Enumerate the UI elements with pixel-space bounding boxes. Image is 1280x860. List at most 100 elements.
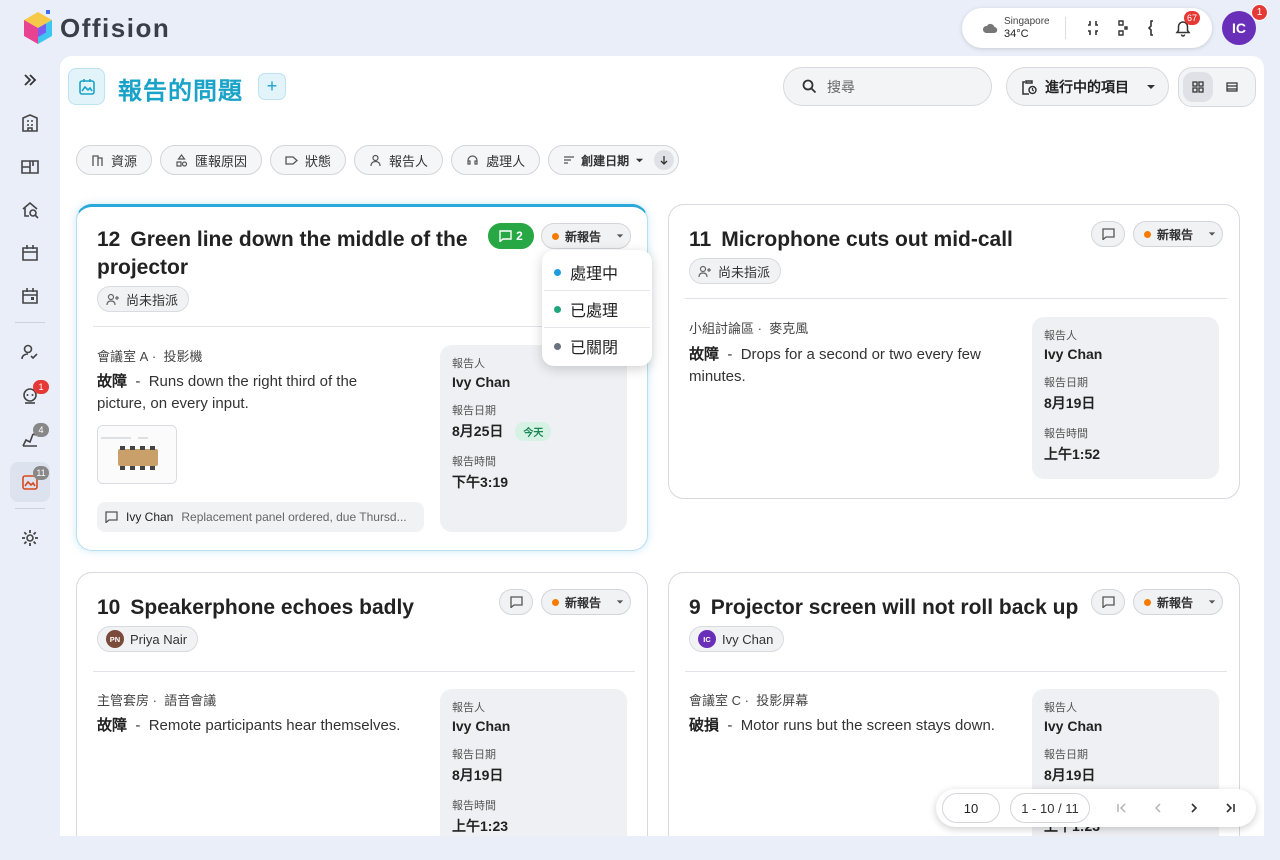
report-time-label: 報告時間: [452, 800, 496, 812]
sidebar-divider: [15, 508, 45, 510]
filter-resource[interactable]: 資源: [76, 145, 153, 175]
comment-icon: [1101, 596, 1115, 608]
page-size-select[interactable]: 10: [942, 793, 1000, 823]
filter-reporter[interactable]: 報告人: [354, 145, 444, 175]
status-dropdown[interactable]: 新報告: [541, 589, 631, 615]
logo-mark-icon: [24, 10, 52, 44]
assignee-chip[interactable]: PN Priya Nair: [97, 626, 199, 652]
sidebar-item-visitors[interactable]: 1: [10, 376, 50, 416]
resource-icon: [92, 154, 103, 166]
search-input[interactable]: [827, 78, 967, 95]
comments-button[interactable]: 2: [488, 223, 534, 249]
latest-comment[interactable]: Ivy Chan Replacement panel ordered, due …: [97, 502, 424, 532]
report-time: 上午1:52: [1044, 446, 1101, 462]
app-logo[interactable]: Offision: [22, 10, 170, 46]
filter-status[interactable]: 狀態: [270, 145, 347, 175]
issue-number: 10: [97, 596, 121, 619]
double-chevron-right-icon: [24, 74, 37, 86]
card-divider: [93, 671, 635, 672]
issue-title-text: Green line down the middle of the projec…: [97, 228, 468, 279]
assignee-chip[interactable]: 尚未指派: [97, 286, 190, 312]
next-page-button[interactable]: [1176, 793, 1212, 823]
sidebar-item-calendar[interactable]: [10, 233, 50, 273]
user-check-icon: [21, 345, 38, 360]
issue-title-text: Projector screen will not roll back up: [710, 596, 1079, 619]
first-page-button[interactable]: [1104, 793, 1140, 823]
add-issue-button[interactable]: +: [258, 73, 286, 100]
page-range: 1 - 10 / 11: [1010, 793, 1090, 823]
clipboard-clock-icon: [1022, 79, 1037, 95]
status-option-processing[interactable]: 處理中: [542, 254, 652, 290]
sort-lines-icon: [564, 156, 575, 164]
issue-photo-thumbnail[interactable]: [97, 425, 177, 484]
filter-label: 狀態: [305, 153, 332, 169]
sidebar-item-find-space[interactable]: [10, 190, 50, 230]
issue-location: 主管套房 · 語音會議: [97, 693, 217, 708]
page-icon: [68, 68, 105, 105]
status-dot: [1144, 230, 1151, 238]
issue-card[interactable]: 10 Speakerphone echoes badly PN Priya Nai…: [76, 572, 648, 836]
assignee-chip[interactable]: IC Ivy Chan: [689, 626, 785, 652]
grid-view-button[interactable]: [1183, 72, 1213, 102]
issue-title-text: Microphone cuts out mid-call: [721, 228, 1013, 251]
report-date-label: 報告日期: [452, 749, 496, 761]
status-dot: [1144, 598, 1151, 606]
app-name: Offision: [60, 12, 171, 43]
comments-button[interactable]: [499, 589, 533, 615]
comments-button[interactable]: [1091, 221, 1125, 247]
sidebar-item-floorplan[interactable]: [10, 147, 50, 187]
comment-icon: [105, 511, 118, 523]
status-dropdown[interactable]: 新報告: [1133, 589, 1223, 615]
issue-title: 10 Speakerphone echoes badly: [97, 594, 469, 622]
arrow-down-icon: [660, 156, 668, 165]
status-dropdown[interactable]: 新報告: [1133, 221, 1223, 247]
filter-reason[interactable]: 匯報原因: [160, 145, 263, 175]
fullscreen-button[interactable]: [1078, 13, 1108, 43]
sidebar-item-services[interactable]: 4: [10, 419, 50, 459]
last-page-button[interactable]: [1212, 793, 1248, 823]
comment-icon: [509, 596, 523, 608]
project-filter-select[interactable]: 進行中的項目: [1006, 67, 1169, 106]
sort-direction-button[interactable]: [654, 150, 675, 170]
issue-card[interactable]: 11 Microphone cuts out mid-call 尚未指派 新報告 …: [668, 204, 1240, 499]
sidebar-badge-issues: 11: [33, 466, 49, 481]
view-toggle: [1178, 67, 1256, 107]
sidebar-item-buildings[interactable]: [10, 103, 50, 143]
reporter-label: 報告人: [1044, 330, 1077, 342]
sidebar-expand-button[interactable]: [10, 60, 50, 100]
status-dropdown[interactable]: 新報告: [541, 223, 631, 249]
sidebar-item-checkin[interactable]: [10, 332, 50, 372]
sidebar-item-settings[interactable]: [10, 518, 50, 558]
status-menu: 處理中 已處理 已關閉: [542, 250, 652, 366]
issue-location: 會議室 A · 投影機: [97, 349, 203, 364]
sidebar: 1 4 11: [10, 60, 50, 562]
report-time-label: 報告時間: [452, 456, 496, 468]
code-brackets-button[interactable]: [1138, 13, 1168, 43]
room-photo-image: [98, 426, 176, 483]
status-option-resolved[interactable]: 已處理: [542, 291, 652, 327]
assignee-name: 尚未指派: [126, 292, 179, 308]
notifications-button[interactable]: 67: [1168, 11, 1201, 43]
grid-icon: [1192, 81, 1204, 93]
issue-title: 11 Microphone cuts out mid-call: [689, 226, 1061, 254]
assignee-chip[interactable]: 尚未指派: [689, 258, 782, 284]
qr-code-button[interactable]: [1108, 13, 1138, 43]
avatar: PN: [106, 630, 124, 648]
reporter-name: Ivy Chan: [452, 718, 511, 734]
prev-page-button[interactable]: [1140, 793, 1176, 823]
comment-count: 2: [516, 229, 523, 243]
status-option-closed[interactable]: 已關閉: [542, 328, 652, 364]
filter-handler[interactable]: 處理人: [451, 145, 541, 175]
reporter-label: 報告人: [1044, 702, 1077, 714]
reporter-name: Ivy Chan: [452, 374, 511, 390]
comments-button[interactable]: [1091, 589, 1125, 615]
report-time: 上午1:23: [452, 818, 509, 834]
search-box[interactable]: [783, 67, 992, 106]
list-view-button[interactable]: [1217, 72, 1247, 102]
sidebar-item-reported-issues[interactable]: 11: [10, 462, 50, 503]
sidebar-item-events[interactable]: [10, 276, 50, 316]
sort-select[interactable]: 創建日期: [548, 145, 680, 175]
search-house-icon: [22, 201, 39, 219]
caret-down-icon: [1147, 84, 1155, 89]
floorplan-icon: [21, 159, 39, 174]
